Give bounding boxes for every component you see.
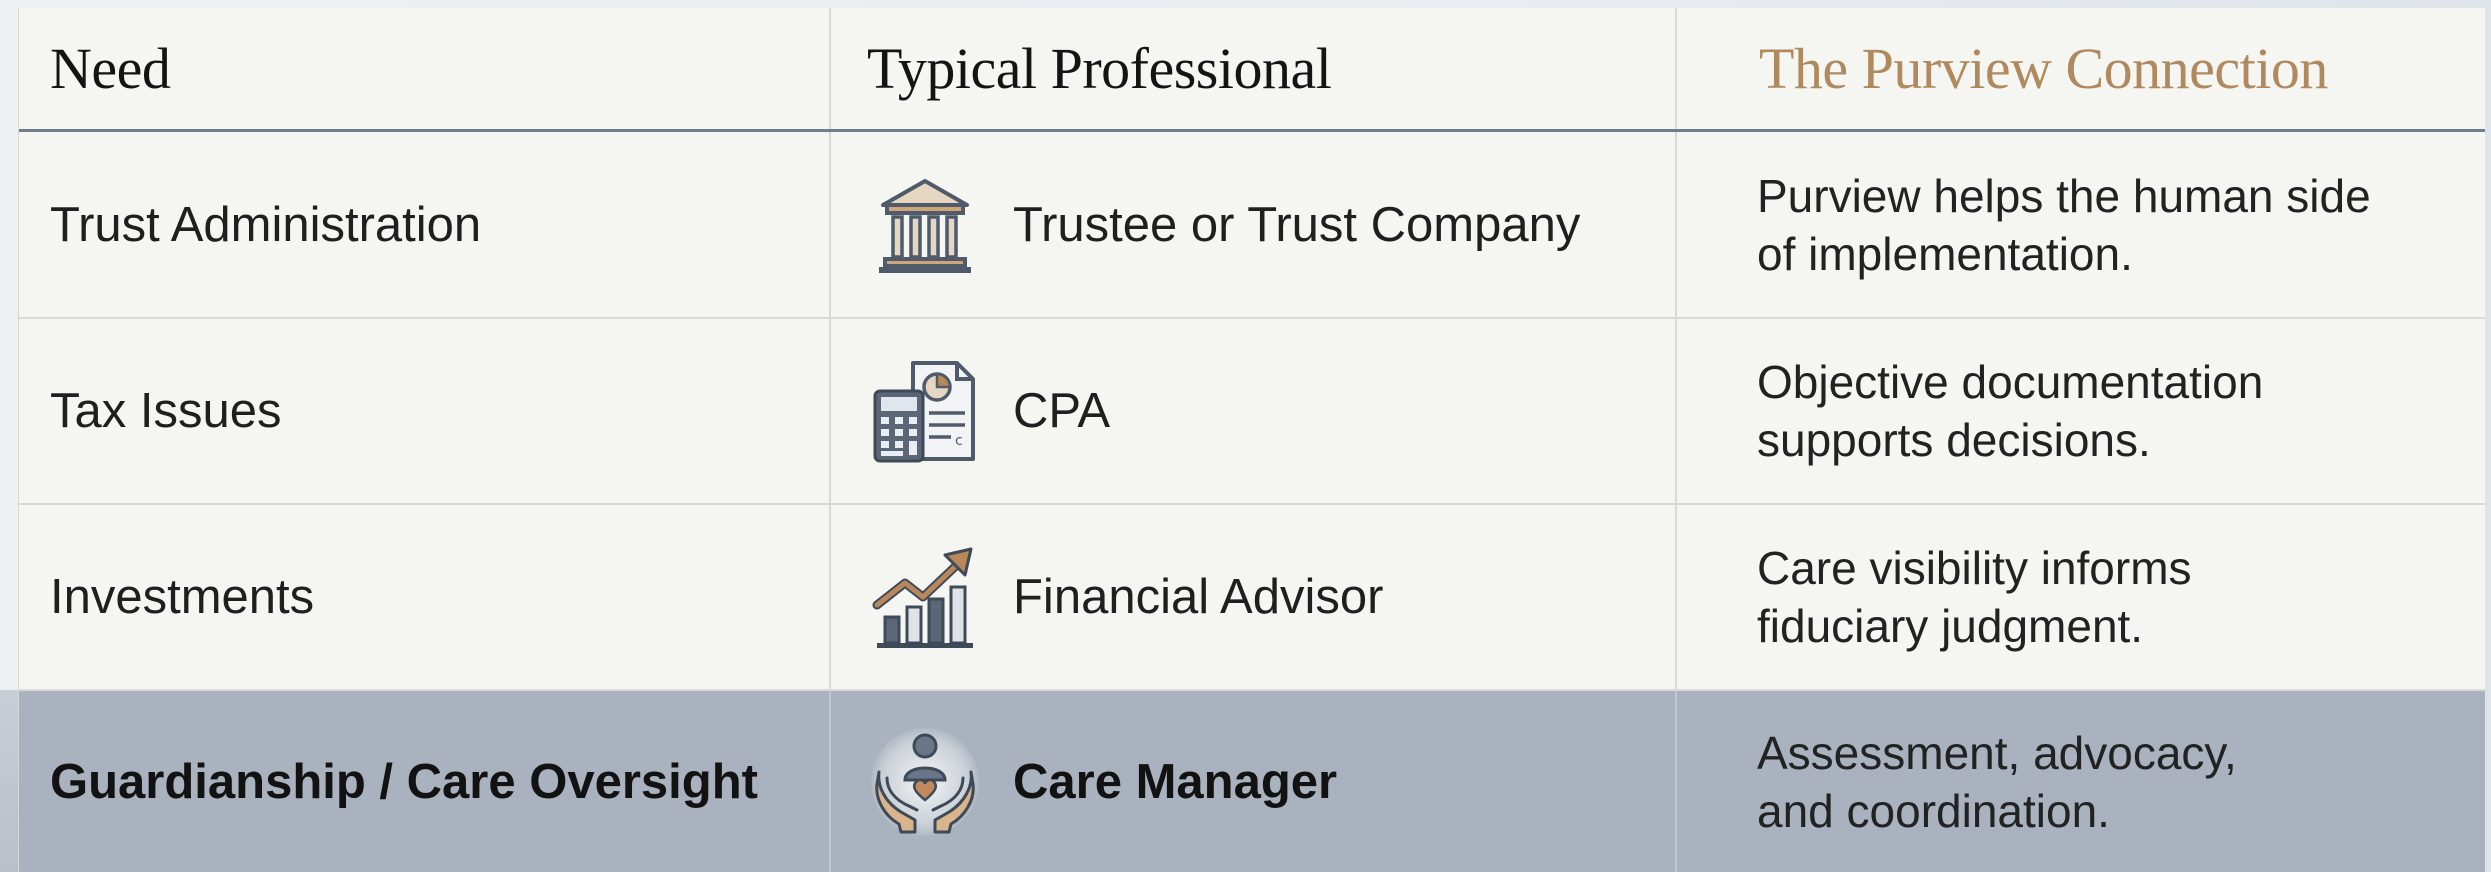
need-cell: Tax Issues bbox=[19, 319, 831, 503]
need-text: Investments bbox=[50, 570, 315, 624]
bank-building-icon bbox=[871, 171, 979, 279]
table-row: Trust Administration Trustee or Trust Co… bbox=[19, 132, 2485, 319]
connection-text: Objective documentation supports decisio… bbox=[1757, 353, 2263, 469]
professional-cell: c CPA bbox=[831, 319, 1677, 503]
comparison-table: Need Typical Professional The Purview Co… bbox=[18, 8, 2485, 872]
need-cell: Guardianship / Care Oversight bbox=[19, 691, 831, 872]
connection-line-1: Objective documentation bbox=[1757, 356, 2264, 408]
table-row-highlighted: Guardianship / Care Oversight Care Manag… bbox=[19, 691, 2485, 872]
connection-line-1: Care visibility informs bbox=[1757, 542, 2192, 594]
header-need: Need bbox=[50, 36, 171, 101]
connection-text: Care visibility informs fiduciary judgme… bbox=[1757, 539, 2192, 655]
connection-text: Assessment, advocacy, and coordination. bbox=[1757, 724, 2237, 840]
connection-cell: Objective documentation supports decisio… bbox=[1677, 319, 2485, 503]
professional-text: Care Manager bbox=[1013, 754, 1338, 809]
connection-line-2: supports decisions. bbox=[1757, 414, 2151, 466]
header-professional: Typical Professional bbox=[867, 36, 1332, 101]
professional-text: Trustee or Trust Company bbox=[1013, 197, 1581, 252]
header-connection: The Purview Connection bbox=[1759, 36, 2328, 101]
connection-text: Purview helps the human side of implemen… bbox=[1757, 167, 2371, 283]
table-row: Tax Issues c CPA Objective documentation… bbox=[19, 319, 2485, 505]
left-edge-shade bbox=[0, 690, 18, 872]
connection-cell: Assessment, advocacy, and coordination. bbox=[1677, 691, 2485, 872]
need-text: Guardianship / Care Oversight bbox=[50, 754, 758, 809]
connection-line-1: Assessment, advocacy, bbox=[1757, 726, 2237, 779]
header-cell-professional: Typical Professional bbox=[831, 8, 1677, 129]
connection-line-2: of implementation. bbox=[1757, 227, 2133, 280]
table-row: Investments Financial Advisor Care visib… bbox=[19, 505, 2485, 691]
connection-cell: Purview helps the human side of implemen… bbox=[1677, 132, 2485, 317]
professional-cell: Trustee or Trust Company bbox=[831, 132, 1677, 317]
connection-line-2: fiduciary judgment. bbox=[1757, 600, 2144, 652]
need-text: Trust Administration bbox=[50, 197, 482, 252]
caring-hands-person-icon bbox=[871, 727, 979, 836]
need-text: Tax Issues bbox=[50, 384, 282, 438]
connection-line-1: Purview helps the human side bbox=[1757, 169, 2371, 222]
need-cell: Trust Administration bbox=[19, 132, 831, 317]
need-cell: Investments bbox=[19, 505, 831, 689]
professional-cell: Financial Advisor bbox=[831, 505, 1677, 689]
svg-text:c: c bbox=[955, 433, 963, 449]
connection-line-2: and coordination. bbox=[1757, 784, 2110, 837]
header-cell-need: Need bbox=[19, 8, 831, 129]
calculator-document-icon: c bbox=[871, 357, 979, 465]
table-header-row: Need Typical Professional The Purview Co… bbox=[19, 8, 2485, 132]
connection-cell: Care visibility informs fiduciary judgme… bbox=[1677, 505, 2485, 689]
professional-cell: Care Manager bbox=[831, 691, 1677, 872]
growth-chart-icon bbox=[871, 543, 979, 651]
professional-text: CPA bbox=[1013, 384, 1111, 438]
header-cell-connection: The Purview Connection bbox=[1677, 8, 2485, 129]
professional-text: Financial Advisor bbox=[1013, 570, 1384, 624]
